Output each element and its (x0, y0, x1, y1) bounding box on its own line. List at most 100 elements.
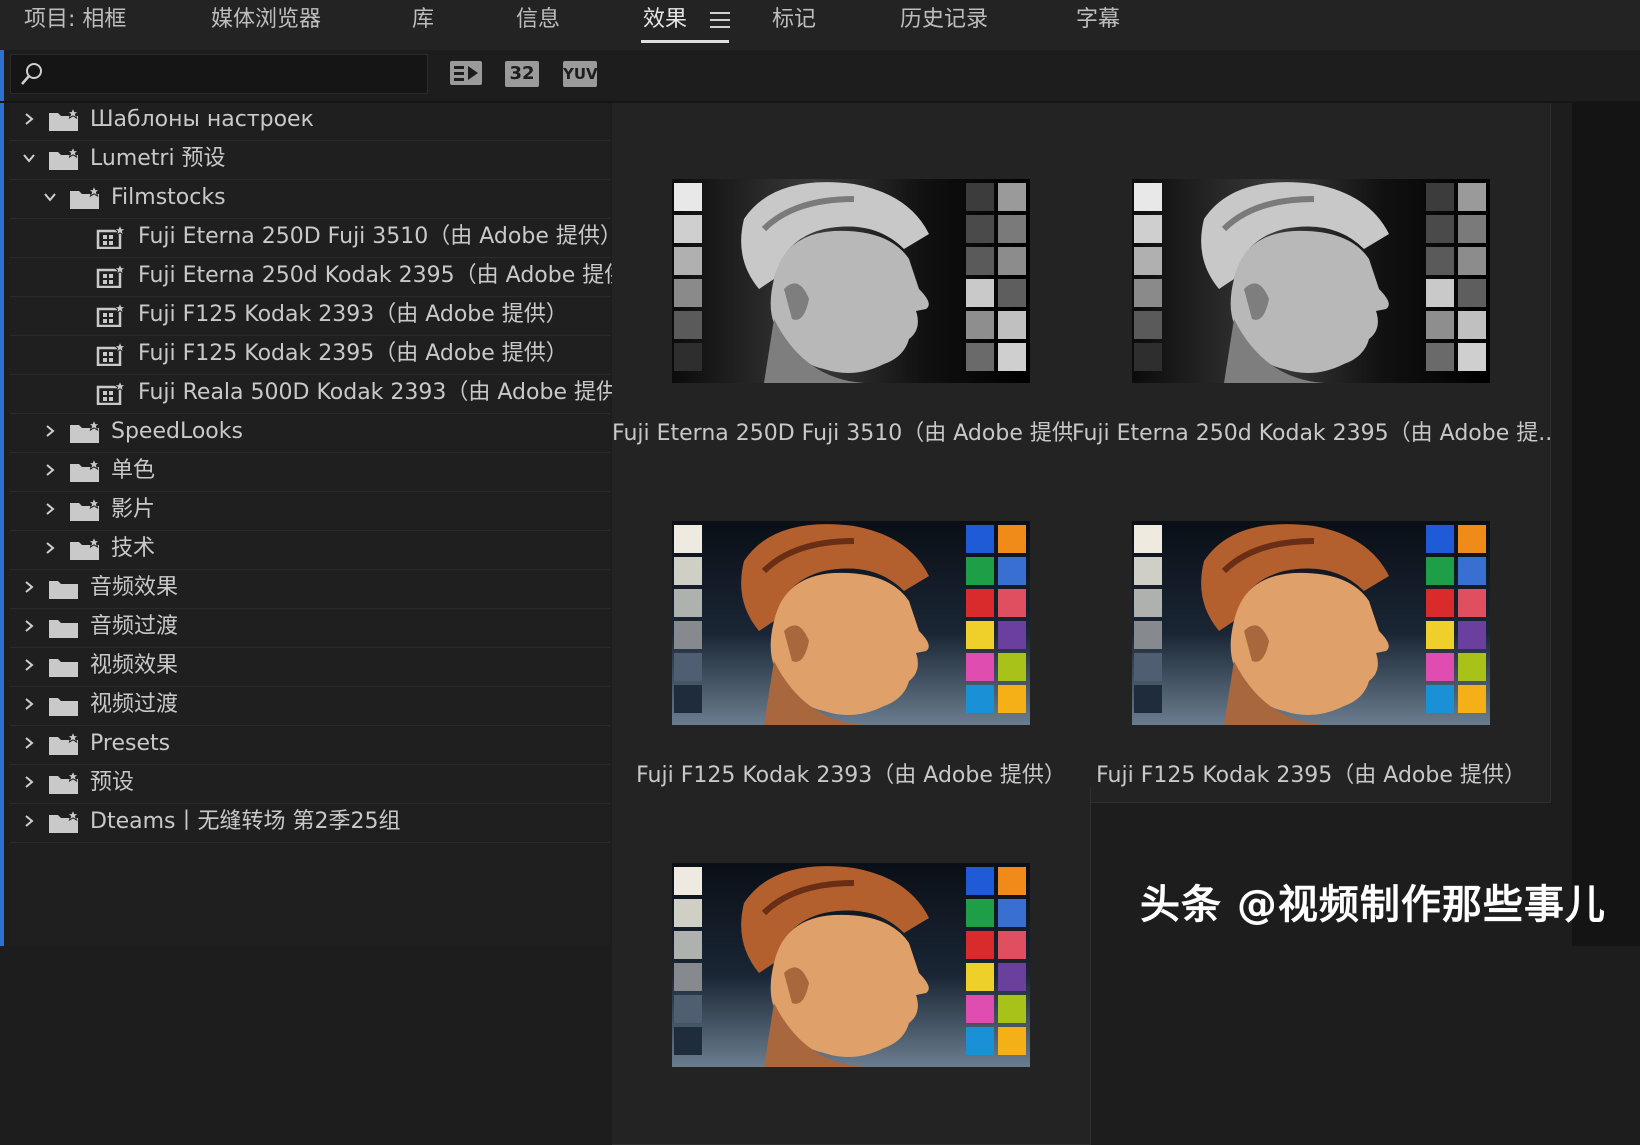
preset-effect-icon (96, 264, 127, 288)
color-swatch (998, 343, 1026, 371)
tree-item[interactable]: Filmstocks (10, 179, 610, 219)
color-swatch (674, 279, 702, 307)
folder-icon (49, 620, 78, 638)
portrait-image (1201, 524, 1389, 725)
color-swatch (998, 963, 1026, 991)
chevron-right-icon[interactable] (22, 775, 36, 789)
color-swatch (998, 183, 1026, 211)
tree-item-label: Presets (90, 731, 171, 756)
color-swatch (998, 247, 1026, 275)
color-swatch (1458, 247, 1486, 275)
preset-thumbnail-cell[interactable]: Fuji F125 Kodak 2395（由 Adobe 提供） (1072, 445, 1551, 803)
tree-item[interactable]: Шаблоны настроек (10, 101, 610, 141)
color-swatch (1426, 589, 1454, 617)
chevron-right-icon[interactable] (22, 619, 36, 633)
color-swatch (1134, 621, 1162, 649)
tree-item[interactable]: 音频效果 (10, 569, 610, 609)
panel-menu-icon[interactable] (710, 12, 730, 30)
chevron-right-icon[interactable] (22, 112, 36, 126)
color-swatch (1134, 183, 1162, 211)
tree-item-label: Fuji F125 Kodak 2395（由 Adobe 提供） (138, 341, 568, 366)
color-swatch (674, 183, 702, 211)
preset-thumbnail-caption: Fuji Eterna 250D Fuji 3510（由 Adobe 提供） (612, 421, 1090, 446)
color-swatch (966, 653, 994, 681)
preset-thumbnail-cell[interactable]: Fuji F125 Kodak 2393（由 Adobe 提供） (612, 445, 1091, 803)
tree-item[interactable]: Dteams丨无缝转场 第2季25组 (10, 803, 610, 843)
preset-thumbnail-cell[interactable] (612, 787, 1091, 1145)
color-swatch (998, 685, 1026, 713)
tab-markers[interactable]: 标记 (772, 0, 816, 42)
preset-folder-icon (49, 147, 80, 170)
tree-item-label: 技术 (111, 536, 156, 561)
color-swatch (1426, 343, 1454, 371)
tab-media-browser[interactable]: 媒体浏览器 (211, 0, 321, 42)
color-swatch (674, 343, 702, 371)
tab-effects[interactable]: 效果 (643, 0, 687, 42)
tree-item[interactable]: 技术 (10, 530, 610, 570)
color-swatch (998, 311, 1026, 339)
tree-item[interactable]: Fuji Eterna 250D Fuji 3510（由 Adobe 提供） (10, 218, 622, 258)
search-input[interactable] (10, 54, 428, 94)
tree-item[interactable]: SpeedLooks (10, 413, 610, 453)
tree-item[interactable]: 音频过渡 (10, 608, 610, 648)
chevron-right-icon[interactable] (22, 814, 36, 828)
color-swatch (674, 215, 702, 243)
preset-thumbnail-cell[interactable]: Fuji Eterna 250d Kodak 2395（由 Adobe 提... (1072, 103, 1551, 461)
tab-history[interactable]: 历史记录 (900, 0, 988, 42)
tree-item[interactable]: 预设 (10, 764, 610, 804)
active-tab-indicator (641, 40, 729, 43)
color-swatch (966, 899, 994, 927)
tree-item[interactable]: Fuji Eterna 250d Kodak 2395（由 Adobe 提供） (10, 257, 648, 297)
tree-item[interactable]: Lumetri 预设 (10, 140, 610, 180)
tree-item-label: Fuji Eterna 250d Kodak 2395（由 Adobe 提供） (138, 263, 649, 288)
chevron-right-icon[interactable] (22, 736, 36, 750)
chevron-right-icon[interactable] (43, 502, 57, 516)
color-swatch (966, 215, 994, 243)
chevron-right-icon[interactable] (43, 463, 57, 477)
tree-item[interactable]: Fuji Reala 500D Kodak 2393（由 Adobe 提供） (10, 374, 640, 414)
tree-item[interactable]: Fuji F125 Kodak 2395（由 Adobe 提供） (10, 335, 610, 375)
tree-item-label: Шаблоны настроек (90, 107, 314, 132)
tree-item[interactable]: 视频过渡 (10, 686, 610, 726)
color-swatch (1426, 525, 1454, 553)
color-swatch (966, 867, 994, 895)
preset-thumbnail-cell[interactable]: Fuji Eterna 250D Fuji 3510（由 Adobe 提供） (612, 103, 1091, 461)
tab-captions[interactable]: 字幕 (1076, 0, 1120, 42)
chevron-right-icon[interactable] (22, 658, 36, 672)
color-swatch (1458, 343, 1486, 371)
tree-item-label: 视频过渡 (90, 692, 179, 717)
tree-item[interactable]: 影片 (10, 491, 610, 531)
tab-project[interactable]: 项目: 相框 (24, 0, 126, 42)
color-swatch (674, 621, 702, 649)
32bit-effects-button[interactable]: 32 (505, 61, 539, 87)
tree-item[interactable]: Fuji F125 Kodak 2393（由 Adobe 提供） (10, 296, 610, 336)
accelerated-effects-icon[interactable] (449, 58, 483, 88)
color-swatch (998, 557, 1026, 585)
tab-info[interactable]: 信息 (516, 0, 560, 42)
tree-item[interactable]: 视频效果 (10, 647, 610, 687)
color-swatch (674, 589, 702, 617)
chevron-right-icon[interactable] (43, 541, 57, 555)
color-swatch (966, 995, 994, 1023)
tree-item-label: 音频过渡 (90, 614, 179, 639)
color-swatch (674, 685, 702, 713)
tree-item-label: 视频效果 (90, 653, 179, 678)
chevron-right-icon[interactable] (22, 697, 36, 711)
color-swatch (1458, 525, 1486, 553)
preset-folder-icon (49, 108, 80, 131)
tree-item[interactable]: 单色 (10, 452, 610, 492)
color-swatch (1134, 653, 1162, 681)
chevron-down-icon[interactable] (43, 190, 57, 204)
color-swatch (998, 525, 1026, 553)
preset-thumbnail-caption: Fuji Eterna 250d Kodak 2395（由 Adobe 提... (1072, 421, 1550, 446)
portrait-image (1201, 182, 1389, 383)
color-swatch (966, 589, 994, 617)
tree-item[interactable]: Presets (10, 725, 610, 765)
chevron-right-icon[interactable] (43, 424, 57, 438)
tab-libraries[interactable]: 库 (412, 0, 434, 42)
yuv-effects-button[interactable]: YUV (563, 61, 598, 87)
chevron-right-icon[interactable] (22, 580, 36, 594)
color-swatch (674, 867, 702, 895)
chevron-down-icon[interactable] (22, 151, 36, 165)
color-swatch (998, 621, 1026, 649)
